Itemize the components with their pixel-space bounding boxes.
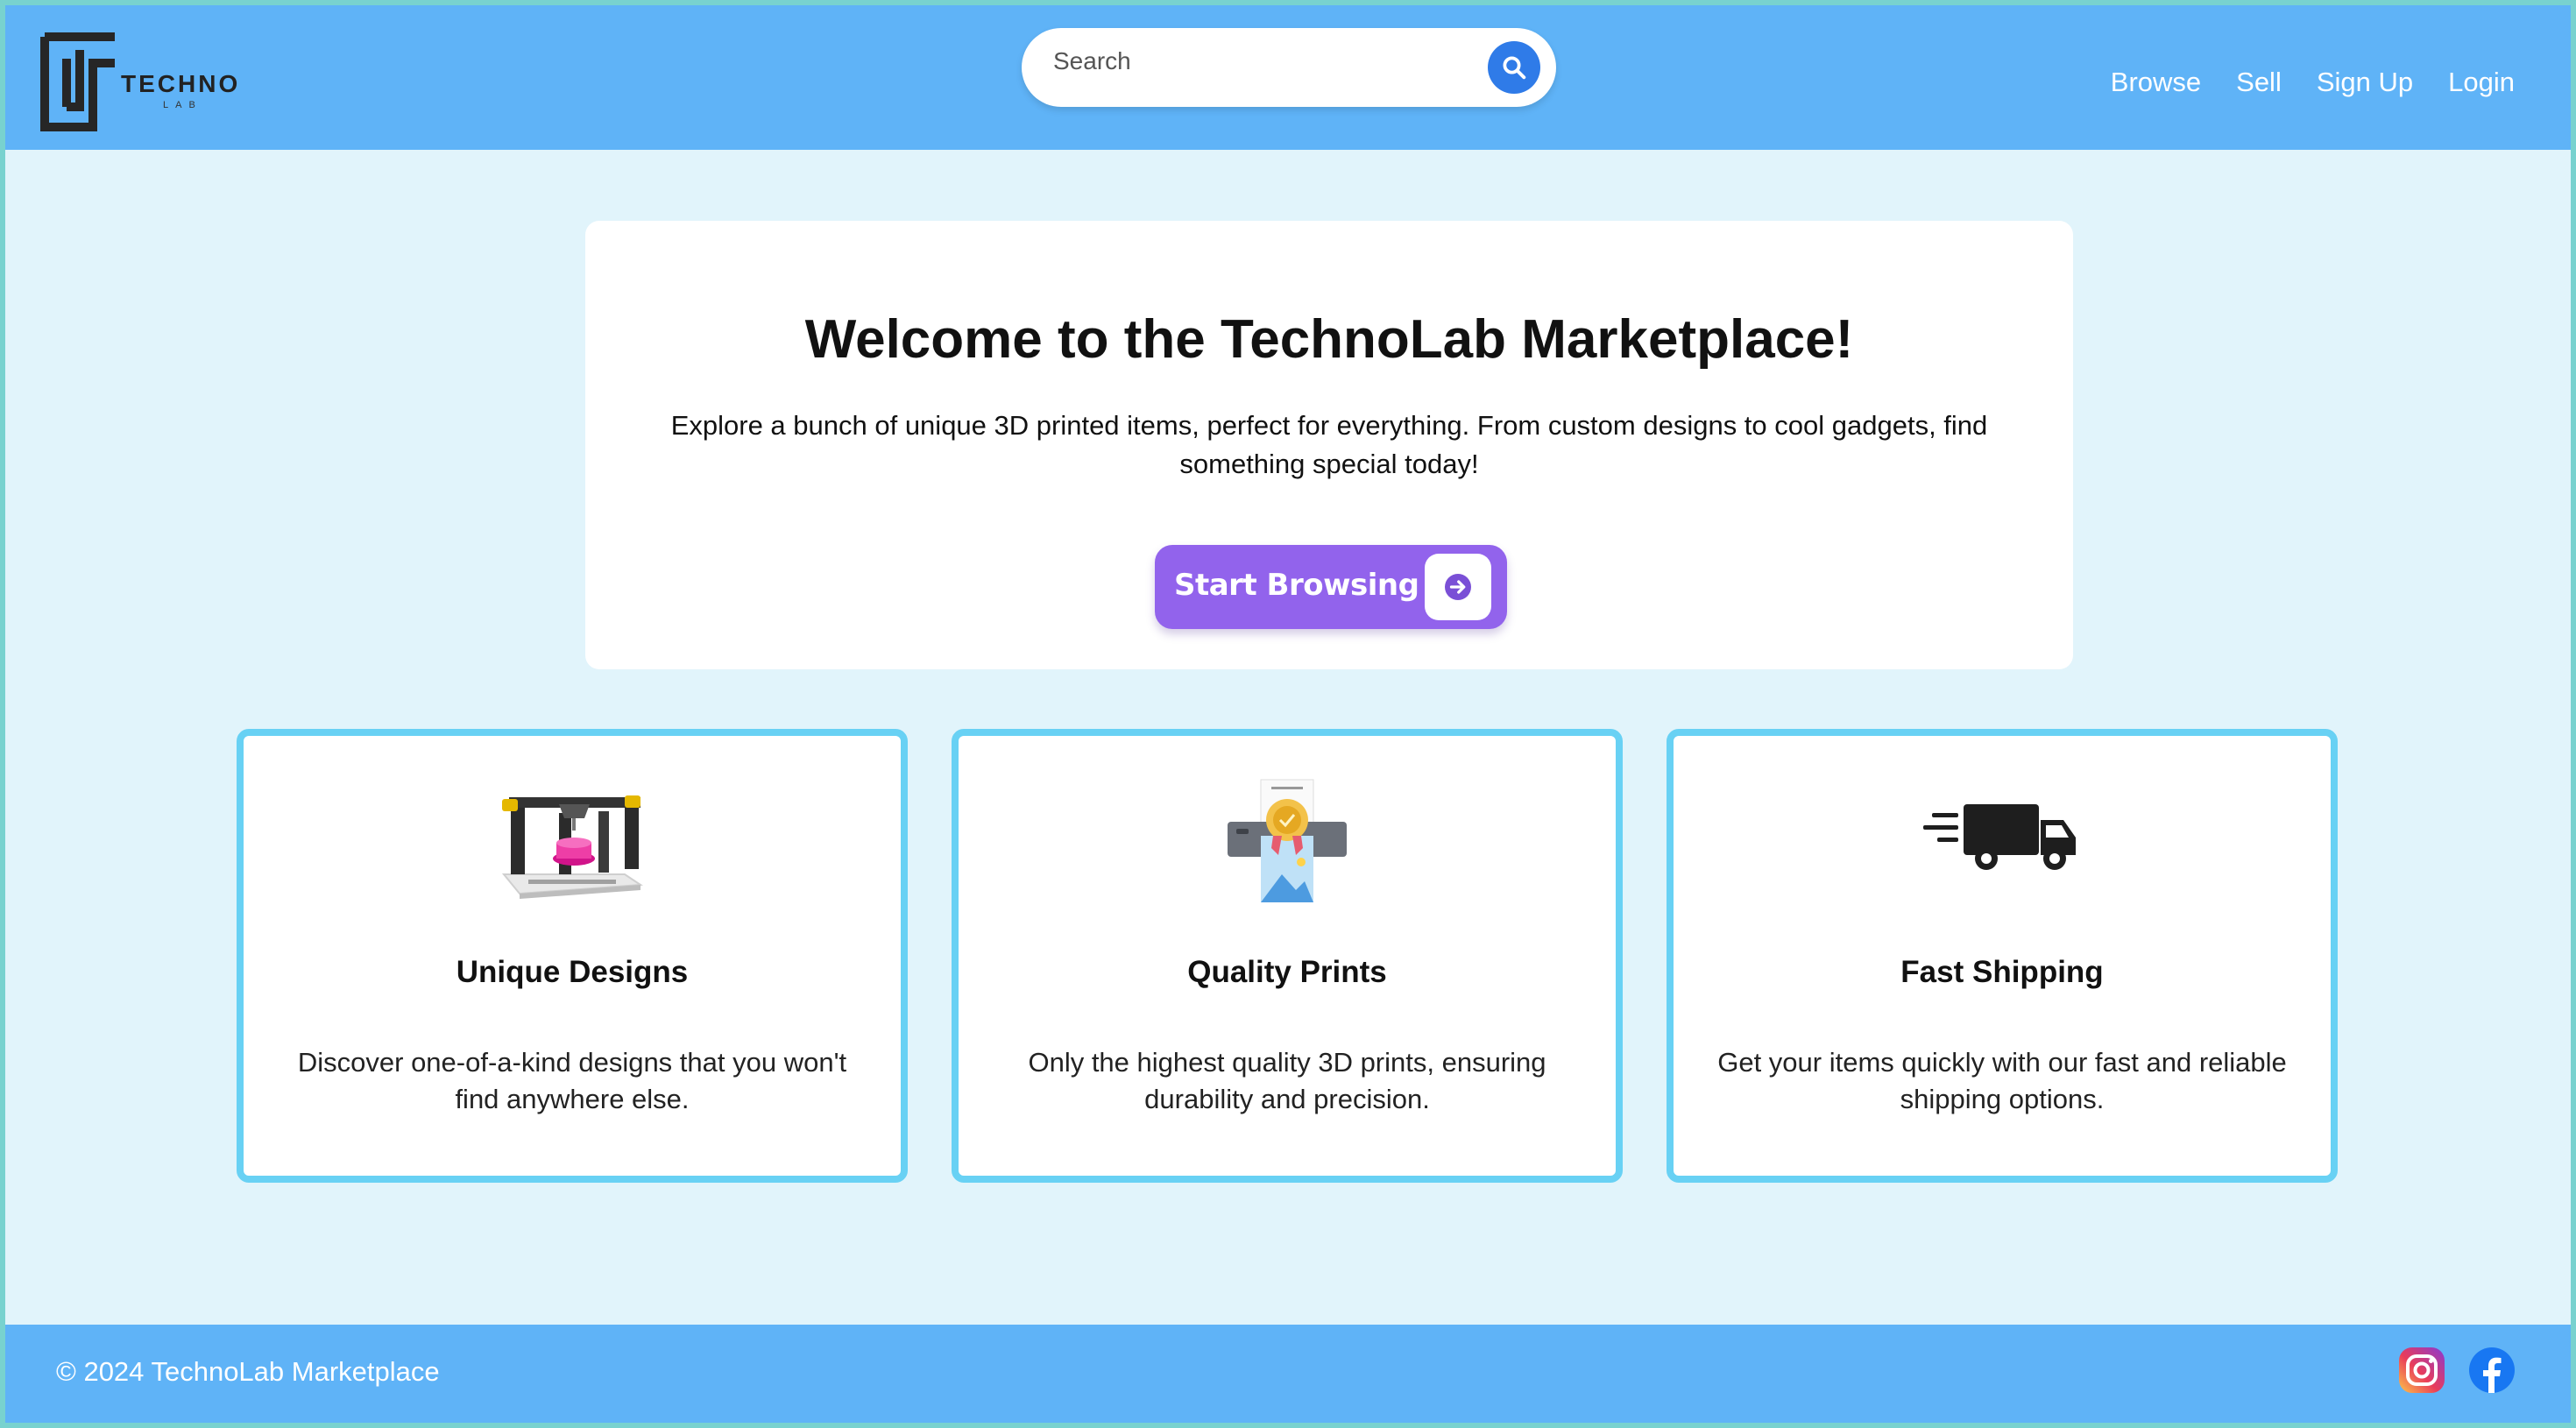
search-bar — [1022, 28, 1556, 107]
facebook-icon[interactable] — [2467, 1346, 2516, 1395]
feature-title: Unique Designs — [456, 955, 689, 989]
feature-text: Discover one-of-a-kind designs that you … — [297, 1047, 847, 1114]
header: TECHNO LAB Browse Sell Sign Up Login — [5, 5, 2571, 150]
cta-icon-box — [1425, 554, 1491, 620]
social-links — [2397, 1346, 2516, 1395]
search-input[interactable] — [1053, 44, 1456, 79]
page: TECHNO LAB Browse Sell Sign Up Login Wel… — [5, 5, 2571, 1423]
quality-print-icon — [1208, 778, 1366, 909]
search-button[interactable] — [1488, 41, 1540, 94]
logo-mark-icon — [40, 32, 115, 131]
instagram-icon[interactable] — [2397, 1346, 2446, 1395]
delivery-truck-icon — [1923, 778, 2081, 909]
nav-sell[interactable]: Sell — [2236, 67, 2282, 98]
hero-card: Welcome to the TechnoLab Marketplace! Ex… — [585, 221, 2073, 669]
start-browsing-label: Start Browsing — [1174, 568, 1419, 603]
logo-wordmark: TECHNO — [121, 70, 241, 97]
3d-printer-icon — [493, 778, 651, 909]
nav-login[interactable]: Login — [2448, 67, 2515, 98]
footer: © 2024 TechnoLab Marketplace — [5, 1325, 2571, 1423]
feature-title: Quality Prints — [1187, 955, 1387, 989]
logo[interactable]: TECHNO LAB — [40, 28, 242, 133]
feature-text: Get your items quickly with our fast and… — [1717, 1047, 2287, 1114]
nav-browse[interactable]: Browse — [2111, 67, 2201, 98]
logo-subtitle: LAB — [163, 100, 202, 110]
feature-card-fast-shipping: Fast Shipping Get your items quickly wit… — [1667, 729, 2338, 1183]
search-icon — [1503, 56, 1526, 80]
feature-title: Fast Shipping — [1900, 955, 2104, 989]
start-browsing-button[interactable]: Start Browsing — [1155, 545, 1507, 629]
main-nav: Browse Sell Sign Up Login — [2111, 67, 2515, 98]
nav-sign-up[interactable]: Sign Up — [2317, 67, 2413, 98]
hero-description: Explore a bunch of unique 3D printed ite… — [670, 410, 1988, 479]
feature-card-quality-prints: Quality Prints Only the highest quality … — [952, 729, 1623, 1183]
feature-text: Only the highest quality 3D prints, ensu… — [1028, 1047, 1546, 1114]
hero-title: Welcome to the TechnoLab Marketplace! — [804, 309, 1854, 370]
feature-card-unique-designs: Unique Designs Discover one-of-a-kind de… — [237, 729, 908, 1183]
arrow-right-circle-icon — [1445, 574, 1471, 600]
copyright-text: © 2024 TechnoLab Marketplace — [56, 1356, 440, 1387]
